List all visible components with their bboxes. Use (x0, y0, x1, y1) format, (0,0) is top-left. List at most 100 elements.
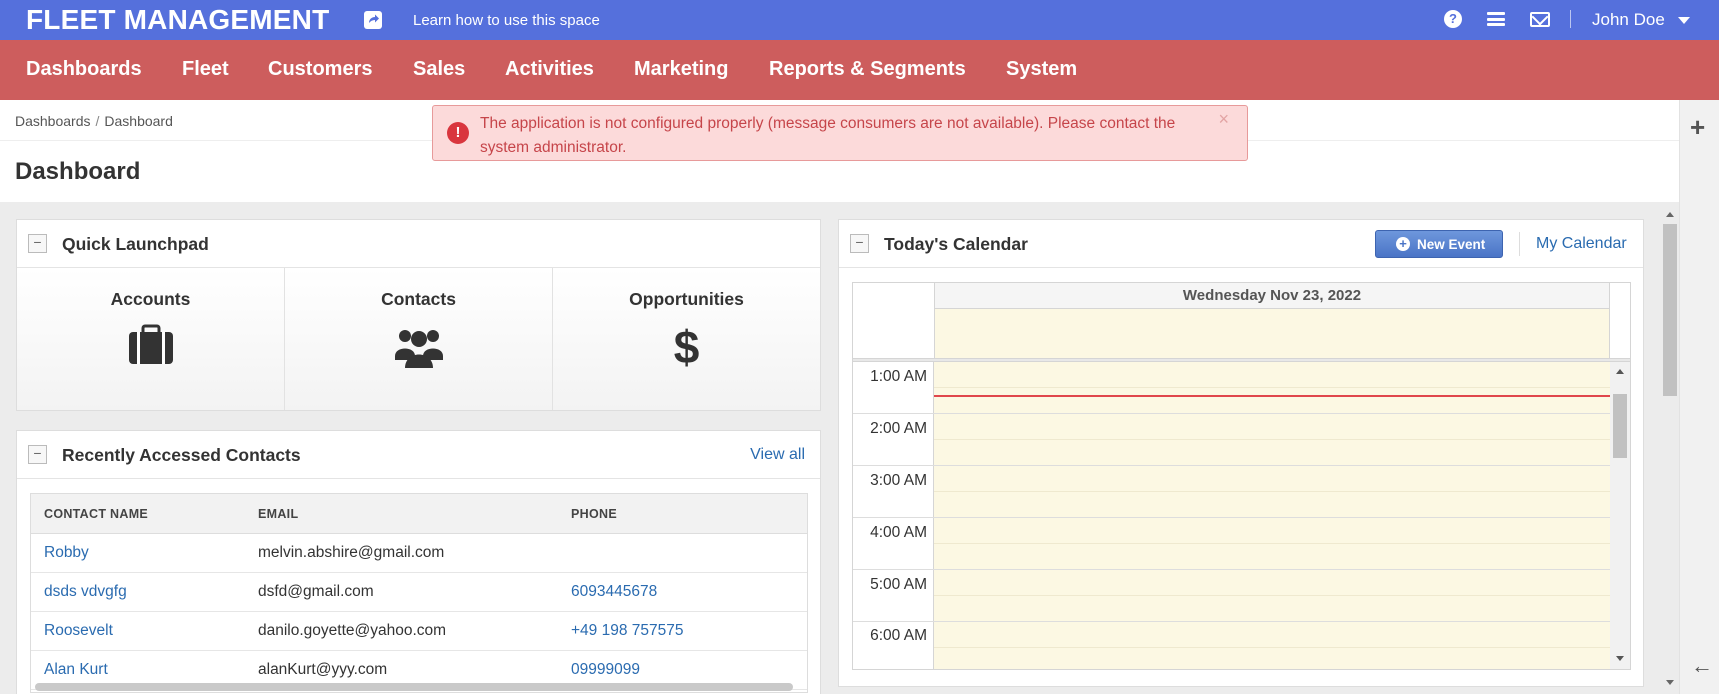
contact-name[interactable]: Roosevelt (44, 622, 113, 640)
column-header[interactable]: PHONE (571, 507, 617, 521)
topbar-divider (1570, 10, 1571, 28)
time-label: 1:00 AM (870, 368, 927, 385)
nav-sales[interactable]: Sales (413, 58, 465, 81)
main-nav: Dashboards Fleet Customers Sales Activit… (0, 40, 1719, 100)
contact-name[interactable]: Robby (44, 544, 89, 562)
widget-title: Today's Calendar (884, 234, 1028, 254)
launch-tile-opportunities[interactable]: Opportunities $ (553, 268, 820, 410)
briefcase-icon (17, 324, 284, 372)
quick-launchpad-widget: − Quick Launchpad Accounts Contacts Oppo… (16, 219, 821, 411)
nav-marketing[interactable]: Marketing (634, 58, 728, 81)
all-day-slot[interactable] (934, 309, 1610, 358)
caret-down-icon[interactable] (1678, 17, 1690, 24)
collapse-button[interactable]: − (850, 234, 869, 253)
launch-tile-contacts[interactable]: Contacts (285, 268, 553, 410)
half-hour-line (934, 595, 1610, 596)
nav-system[interactable]: System (1006, 58, 1077, 81)
breadcrumb: Dashboards / Dashboard (15, 113, 173, 129)
calendar-scrollbar[interactable] (1610, 362, 1630, 669)
scrollbar-thumb[interactable] (1613, 394, 1627, 458)
horizontal-scrollbar[interactable] (35, 683, 793, 691)
half-hour-line (934, 491, 1610, 492)
widget-header: − Quick Launchpad (17, 220, 820, 268)
app-title[interactable]: FLEET MANAGEMENT (26, 4, 329, 36)
half-hour-line (934, 439, 1610, 440)
close-icon[interactable]: × (1218, 109, 1229, 130)
contact-phone[interactable]: +49 198 757575 (571, 622, 684, 640)
time-label: 2:00 AM (870, 420, 927, 437)
nav-dashboards[interactable]: Dashboards (26, 58, 142, 81)
table-row[interactable]: Robby melvin.abshire@gmail.com (31, 534, 807, 573)
scrollbar-thumb[interactable] (1663, 224, 1677, 396)
calendar-day-header: Wednesday Nov 23, 2022 (934, 283, 1610, 309)
contact-name[interactable]: dsds vdvgfg (44, 583, 127, 601)
mail-icon[interactable] (1530, 12, 1550, 27)
contact-name[interactable]: Alan Kurt (44, 661, 108, 679)
time-slots[interactable] (934, 362, 1610, 669)
time-label: 3:00 AM (870, 472, 927, 489)
time-column: 1:00 AM 2:00 AM 3:00 AM 4:00 AM 5:00 AM … (853, 362, 934, 669)
view-all-link[interactable]: View all (750, 446, 805, 464)
plus-circle-icon: + (1396, 237, 1410, 251)
dollar-icon: $ (673, 321, 700, 373)
scroll-up-icon[interactable] (1666, 212, 1674, 217)
add-widget-icon[interactable]: + (1690, 114, 1705, 140)
time-label: 5:00 AM (870, 576, 927, 593)
arrow-left-icon[interactable]: ← (1691, 655, 1713, 677)
right-sidebar: + ← (1679, 100, 1719, 694)
widget-header: − Today's Calendar + New Event My Calend… (839, 220, 1643, 268)
breadcrumb-separator: / (95, 113, 100, 129)
tile-label: Accounts (110, 289, 191, 309)
hour-line (853, 517, 934, 518)
nav-customers[interactable]: Customers (268, 58, 372, 81)
contact-email: danilo.goyette@yahoo.com (258, 622, 447, 639)
hour-line (934, 517, 1610, 518)
menu-icon[interactable] (1487, 12, 1505, 26)
scroll-up-icon[interactable] (1616, 369, 1624, 374)
nav-fleet[interactable]: Fleet (182, 58, 229, 81)
hour-line (934, 465, 1610, 466)
users-icon (285, 324, 552, 372)
nav-reports-segments[interactable]: Reports & Segments (769, 58, 966, 81)
scroll-down-icon[interactable] (1616, 656, 1624, 661)
table-row[interactable]: dsds vdvgfg dsfd@gmail.com 6093445678 (31, 573, 807, 612)
column-header[interactable]: CONTACT NAME (44, 507, 148, 521)
nav-activities[interactable]: Activities (505, 58, 594, 81)
widget-title: Recently Accessed Contacts (62, 445, 301, 465)
half-hour-line (934, 387, 1610, 388)
launch-tile-accounts[interactable]: Accounts (17, 268, 285, 410)
new-event-button[interactable]: + New Event (1375, 230, 1503, 258)
widget-title: Quick Launchpad (62, 234, 209, 254)
hour-line (853, 413, 934, 414)
breadcrumb-item-current: Dashboard (104, 113, 173, 129)
new-event-label: New Event (1417, 237, 1486, 252)
hour-line (934, 569, 1610, 570)
help-icon[interactable]: ? (1444, 10, 1462, 28)
alert-message: The application is not configured proper… (480, 115, 1176, 156)
collapse-button[interactable]: − (28, 445, 47, 464)
my-calendar-link[interactable]: My Calendar (1536, 235, 1627, 253)
header-divider (1519, 232, 1520, 256)
hour-line (934, 413, 1610, 414)
calendar-widget: − Today's Calendar + New Event My Calend… (838, 219, 1644, 687)
page-title: Dashboard (15, 158, 141, 185)
contact-email: alanKurt@yyy.com (258, 661, 388, 678)
hour-line (934, 621, 1610, 622)
table-row[interactable]: Roosevelt danilo.goyette@yahoo.com +49 1… (31, 612, 807, 651)
page-scrollbar[interactable] (1661, 210, 1679, 694)
calendar-body: 1:00 AM 2:00 AM 3:00 AM 4:00 AM 5:00 AM … (853, 362, 1630, 669)
contact-phone[interactable]: 6093445678 (571, 583, 657, 601)
breadcrumb-item-dashboards[interactable]: Dashboards (15, 113, 91, 129)
contact-phone[interactable]: 09999099 (571, 661, 640, 679)
user-menu[interactable]: John Doe (1592, 10, 1665, 30)
collapse-button[interactable]: − (28, 234, 47, 253)
tile-label: Opportunities (629, 289, 744, 309)
scroll-down-icon[interactable] (1666, 680, 1674, 685)
table-header: CONTACT NAME EMAIL PHONE (31, 494, 807, 534)
widget-header: − Recently Accessed Contacts View all (17, 431, 820, 479)
share-icon[interactable] (364, 11, 382, 29)
learn-link[interactable]: Learn how to use this space (413, 12, 600, 29)
column-header[interactable]: EMAIL (258, 507, 298, 521)
calendar-grid: Wednesday Nov 23, 2022 1:00 AM 2:00 AM 3… (852, 282, 1631, 670)
hour-line (853, 569, 934, 570)
